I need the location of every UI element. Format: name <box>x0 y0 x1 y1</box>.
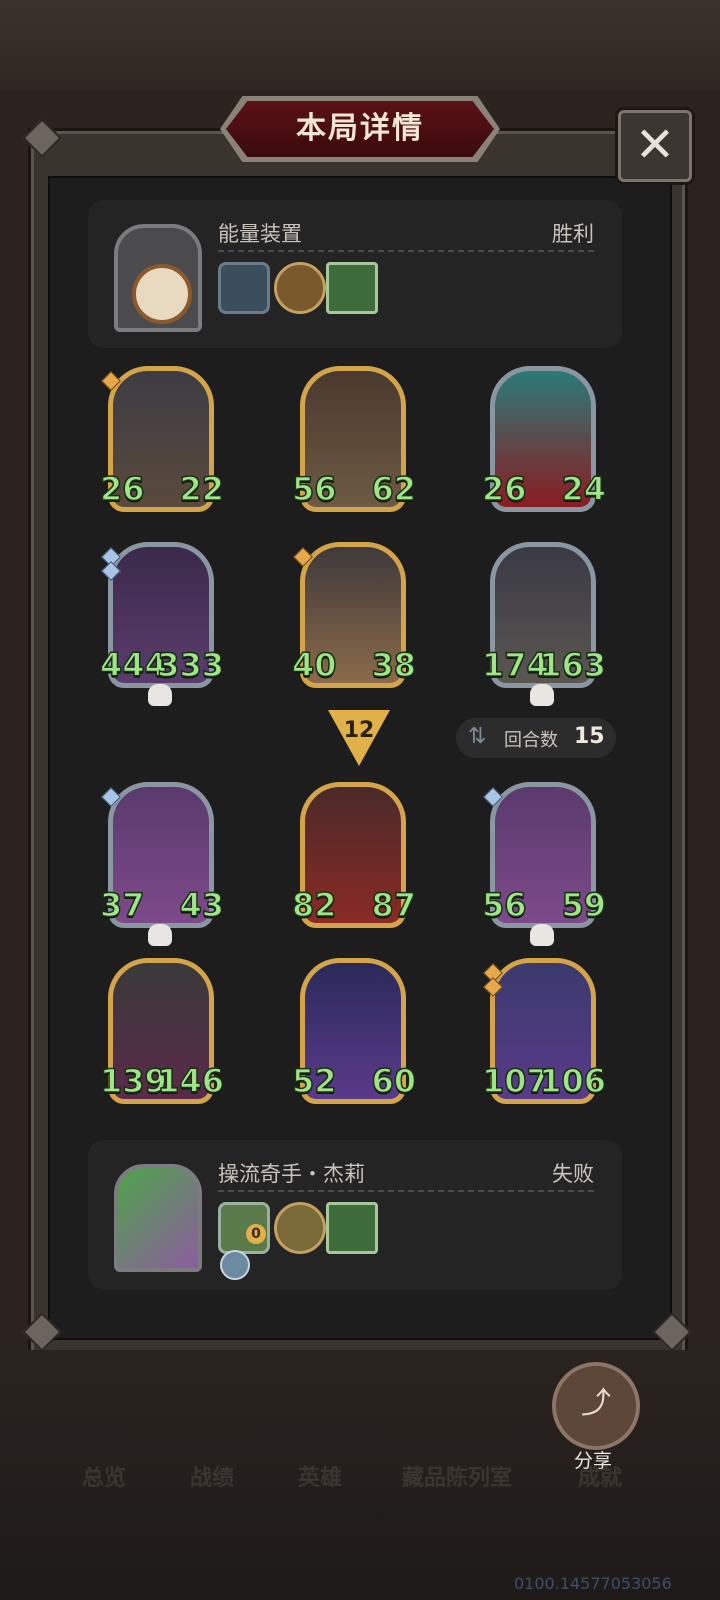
machine-portrait[interactable] <box>114 224 202 332</box>
player-name: 操流奇手・杰莉 <box>218 1162 365 1186</box>
close-icon: ✕ <box>634 117 676 173</box>
minion-card[interactable]: 174 163 <box>481 542 607 706</box>
skull-icon <box>530 924 554 946</box>
tab-achievements[interactable]: 成就 <box>578 1460 622 1492</box>
girls-portrait[interactable] <box>114 1164 202 1272</box>
background-top <box>0 0 720 90</box>
tab-collection[interactable]: 藏品陈列室 <box>402 1460 512 1492</box>
minion-card[interactable]: 26 22 <box>99 366 225 516</box>
book-icon[interactable] <box>326 262 378 314</box>
health-value: 87 <box>371 885 417 925</box>
amulet-icon[interactable] <box>274 1202 326 1254</box>
skull-icon <box>530 684 554 706</box>
attack-value: 40 <box>291 645 337 685</box>
tab-overview[interactable]: 总览 <box>82 1460 126 1492</box>
health-value: 62 <box>371 469 417 509</box>
attack-value: 56 <box>481 885 527 925</box>
turn-count: 15 <box>574 724 605 749</box>
attack-value: 26 <box>99 469 145 509</box>
sword-icon[interactable] <box>220 1250 250 1280</box>
minion-card[interactable]: 444 333 <box>99 542 225 706</box>
player-result: 失败 <box>552 1162 594 1186</box>
swap-arrows-icon: ⇅ <box>468 724 487 749</box>
energy-device-icon[interactable] <box>218 262 270 314</box>
tab-records[interactable]: 战绩 <box>190 1460 234 1492</box>
opponent-name: 能量装置 <box>218 222 302 246</box>
coin-badge: 0 <box>246 1224 266 1244</box>
minion-card[interactable]: 37 43 <box>99 782 225 946</box>
health-value: 24 <box>561 469 607 509</box>
attack-value: 26 <box>481 469 527 509</box>
attack-value: 82 <box>291 885 337 925</box>
health-value: 22 <box>179 469 225 509</box>
turn-count-badge: ⇅ 回合数 15 <box>456 718 616 758</box>
round-marker: 12 <box>343 718 375 743</box>
skull-icon <box>148 684 172 706</box>
minion-card[interactable]: 40 38 <box>291 542 417 692</box>
health-value: 333 <box>156 645 224 685</box>
divider <box>218 1190 594 1192</box>
minion-card[interactable]: 139 146 <box>99 958 225 1108</box>
minion-card[interactable]: 52 60 <box>291 958 417 1108</box>
share-button[interactable]: ⤴ <box>552 1362 640 1450</box>
attack-value: 37 <box>99 885 145 925</box>
clock-icon[interactable] <box>274 262 326 314</box>
attack-value: 52 <box>291 1061 337 1101</box>
health-value: 106 <box>538 1061 606 1101</box>
player-panel: 操流奇手・杰莉 失败 0 <box>88 1140 622 1290</box>
version-text: 0100.14577053056 <box>514 1574 672 1593</box>
health-value: 146 <box>156 1061 224 1101</box>
minion-card[interactable]: 56 62 <box>291 366 417 516</box>
divider <box>218 250 594 252</box>
share-icon: ⤴ <box>581 1386 611 1421</box>
attack-value: 56 <box>291 469 337 509</box>
turn-label: 回合数 <box>504 730 558 751</box>
health-value: 163 <box>538 645 606 685</box>
health-value: 60 <box>371 1061 417 1101</box>
book-icon[interactable] <box>326 1202 378 1254</box>
minion-card[interactable]: 107 106 <box>481 958 607 1108</box>
close-button[interactable]: ✕ <box>618 110 692 182</box>
window-title: 本局详情 <box>296 111 424 146</box>
opponent-result: 胜利 <box>552 222 594 246</box>
minion-card[interactable]: 82 87 <box>291 782 417 932</box>
tab-heroes[interactable]: 英雄 <box>298 1460 342 1492</box>
health-value: 38 <box>371 645 417 685</box>
minion-card[interactable]: 26 24 <box>481 366 607 516</box>
health-value: 59 <box>561 885 607 925</box>
health-value: 43 <box>179 885 225 925</box>
skull-icon <box>148 924 172 946</box>
opponent-panel: 能量装置 胜利 <box>88 200 622 348</box>
minion-card[interactable]: 56 59 <box>481 782 607 946</box>
